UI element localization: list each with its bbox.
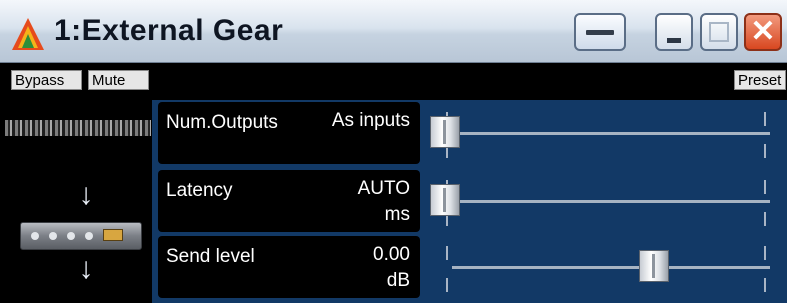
minimize-icon [667, 38, 681, 43]
param-row-latency: Latency AUTO ms [152, 170, 787, 236]
rollup-button[interactable] [574, 13, 626, 51]
slider-tick [764, 180, 766, 194]
slider-tick [764, 278, 766, 292]
gear-display [103, 229, 123, 241]
maximize-icon [709, 22, 729, 42]
rack-gear-icon [20, 222, 142, 250]
num-outputs-slider[interactable] [426, 102, 784, 168]
app-logo-icon [12, 18, 44, 50]
slider-thumb[interactable] [430, 116, 460, 148]
slider-track [452, 132, 770, 135]
gear-knob [31, 232, 39, 240]
slider-tick [446, 278, 448, 292]
slider-track [452, 266, 770, 269]
param-value: 0.00 [373, 244, 410, 265]
param-value: As inputs [331, 110, 410, 131]
send-level-slider[interactable] [426, 236, 784, 302]
slider-tick [764, 112, 766, 126]
rollup-icon [586, 30, 614, 35]
param-value: AUTO [357, 178, 410, 199]
slider-tick [446, 246, 448, 260]
param-row-num-outputs: Num.Outputs As inputs [152, 102, 787, 168]
signal-strip-icon [5, 120, 151, 136]
preset-button[interactable]: Preset [734, 70, 786, 90]
minimize-button[interactable] [655, 13, 693, 51]
param-label: Num.Outputs [166, 112, 278, 133]
arrow-down-icon: ↓ [78, 252, 94, 285]
slider-thumb[interactable] [638, 250, 669, 282]
slider-thumb[interactable] [430, 184, 460, 216]
title-bar[interactable]: 1:External Gear ✕ [0, 0, 787, 63]
param-label-box: Num.Outputs As inputs [158, 102, 420, 164]
gear-knob [49, 232, 57, 240]
mute-button[interactable]: Mute [88, 70, 149, 90]
param-label-box: Latency AUTO ms [158, 170, 420, 232]
routing-diagram: ↓ ↓ [0, 100, 152, 303]
arrow-down-icon: ↓ [78, 178, 94, 211]
param-label-box: Send level 0.00 dB [158, 236, 420, 298]
maximize-button[interactable] [700, 13, 738, 51]
bypass-button[interactable]: Bypass [11, 70, 82, 90]
param-label: Send level [166, 246, 255, 267]
param-label: Latency [166, 180, 233, 201]
latency-slider[interactable] [426, 170, 784, 236]
gear-knob [67, 232, 75, 240]
slider-tick [764, 212, 766, 226]
gear-knob [85, 232, 93, 240]
window-title: 1:External Gear [54, 14, 284, 47]
slider-tick [764, 144, 766, 158]
slider-track [452, 200, 770, 203]
close-icon: ✕ [750, 15, 776, 48]
slider-tick [764, 246, 766, 260]
param-unit: ms [384, 204, 410, 225]
close-button[interactable]: ✕ [744, 13, 782, 51]
param-row-send-level: Send level 0.00 dB [152, 236, 787, 302]
param-unit: dB [386, 270, 410, 291]
